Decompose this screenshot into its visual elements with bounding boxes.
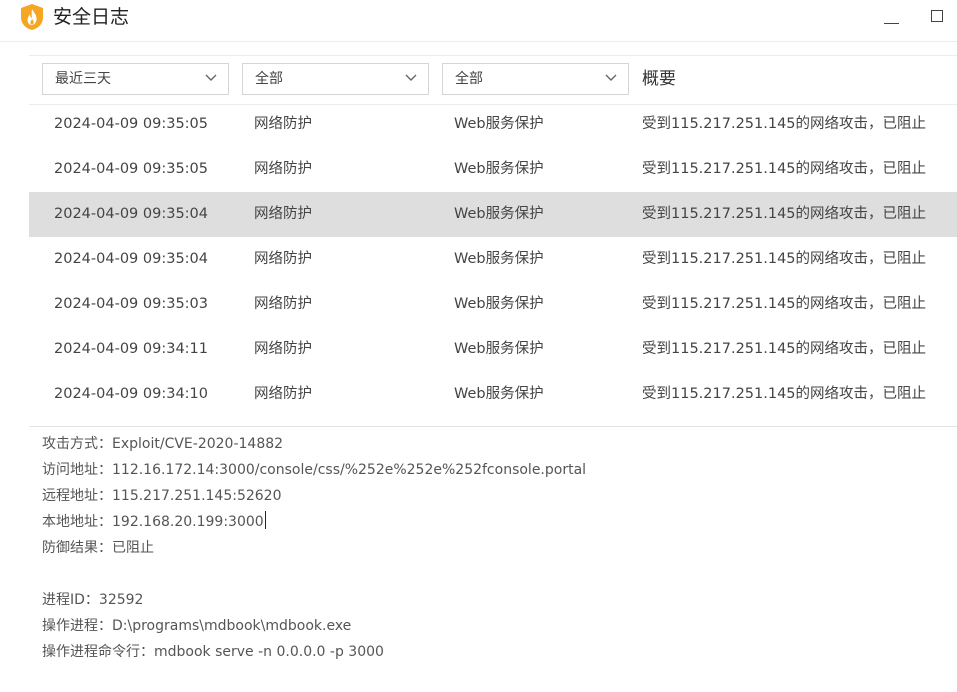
row-subtype: Web服务保护 — [454, 386, 544, 402]
row-type: 网络防护 — [254, 206, 312, 222]
row-subtype: Web服务保护 — [454, 206, 544, 222]
detail-value: D:\programs\mdbook\mdbook.exe — [112, 618, 352, 634]
chevron-down-icon — [205, 74, 217, 81]
row-summary: 受到115.217.251.145的网络攻击，已阻止 — [642, 386, 927, 402]
time-range-value: 最近三天 — [55, 71, 111, 87]
detail-process-path: 操作进程：D:\programs\mdbook\mdbook.exe — [42, 615, 942, 641]
row-type: 网络防护 — [254, 341, 312, 357]
table-row[interactable]: 2024-04-09 09:35:05 网络防护 Web服务保护 受到115.2… — [29, 102, 957, 147]
row-time: 2024-04-09 09:35:03 — [54, 296, 208, 312]
row-type: 网络防护 — [254, 386, 312, 402]
table-row[interactable]: 2024-04-09 09:34:10 网络防护 Web服务保护 受到115.2… — [29, 372, 957, 417]
detail-process-id: 进程ID：32592 — [42, 589, 942, 615]
row-summary: 受到115.217.251.145的网络攻击，已阻止 — [642, 116, 927, 132]
detail-local-address: 本地地址：192.168.20.199:3000 — [42, 511, 942, 537]
row-type: 网络防护 — [254, 251, 312, 267]
detail-value[interactable]: 192.168.20.199:3000 — [112, 514, 264, 530]
category-dropdown[interactable]: 全部 — [242, 63, 429, 95]
detail-value: 32592 — [98, 592, 144, 608]
detail-label: 防御结果： — [42, 540, 112, 556]
row-summary: 受到115.217.251.145的网络攻击，已阻止 — [642, 206, 927, 222]
detail-label: 访问地址： — [42, 462, 112, 478]
category-value: 全部 — [255, 71, 283, 87]
detail-process-cmdline: 操作进程命令行：mdbook serve -n 0.0.0.0 -p 3000 — [42, 641, 942, 667]
text-caret — [264, 511, 266, 529]
row-time: 2024-04-09 09:35:04 — [54, 251, 208, 267]
details-divider — [29, 426, 957, 427]
row-time: 2024-04-09 09:35:05 — [54, 116, 208, 132]
detail-label: 本地地址： — [42, 514, 112, 530]
log-table: 2024-04-09 09:35:05 网络防护 Web服务保护 受到115.2… — [29, 102, 957, 417]
detail-value: 115.217.251.145:52620 — [112, 488, 282, 504]
security-log-window: 安全日志 最近三天 全部 全部 概要 2024-04-09 09:35:05 网… — [0, 0, 957, 692]
detail-remote-address: 远程地址：115.217.251.145:52620 — [42, 485, 942, 511]
shield-flame-icon — [21, 4, 43, 30]
chevron-down-icon — [605, 74, 617, 81]
detail-value: 112.16.172.14:3000/console/css/%252e%252… — [112, 462, 587, 478]
row-time: 2024-04-09 09:34:10 — [54, 386, 208, 402]
title-bar: 安全日志 — [0, 0, 957, 40]
row-subtype: Web服务保护 — [454, 341, 544, 357]
table-row[interactable]: 2024-04-09 09:35:03 网络防护 Web服务保护 受到115.2… — [29, 282, 957, 327]
detail-value: mdbook serve -n 0.0.0.0 -p 3000 — [154, 644, 384, 660]
row-time: 2024-04-09 09:35:04 — [54, 206, 208, 222]
time-range-dropdown[interactable]: 最近三天 — [42, 63, 229, 95]
table-row[interactable]: 2024-04-09 09:34:11 网络防护 Web服务保护 受到115.2… — [29, 327, 957, 372]
detail-value: Exploit/CVE-2020-14882 — [112, 436, 284, 452]
chevron-down-icon — [405, 74, 417, 81]
detail-label: 远程地址： — [42, 488, 112, 504]
table-row[interactable]: 2024-04-09 09:35:05 网络防护 Web服务保护 受到115.2… — [29, 147, 957, 192]
row-summary: 受到115.217.251.145的网络攻击，已阻止 — [642, 161, 927, 177]
table-row-selected[interactable]: 2024-04-09 09:35:04 网络防护 Web服务保护 受到115.2… — [29, 192, 957, 237]
detail-panel: 攻击方式：Exploit/CVE-2020-14882 访问地址：112.16.… — [42, 433, 942, 667]
row-subtype: Web服务保护 — [454, 296, 544, 312]
detail-label: 操作进程命令行： — [42, 644, 154, 660]
detail-defense-result: 防御结果：已阻止 — [42, 537, 942, 563]
row-summary: 受到115.217.251.145的网络攻击，已阻止 — [642, 341, 927, 357]
subcategory-value: 全部 — [455, 71, 483, 87]
row-subtype: Web服务保护 — [454, 251, 544, 267]
detail-attack-method: 攻击方式：Exploit/CVE-2020-14882 — [42, 433, 942, 459]
row-summary: 受到115.217.251.145的网络攻击，已阻止 — [642, 251, 927, 267]
title-divider — [0, 41, 957, 42]
detail-label: 攻击方式： — [42, 436, 112, 452]
row-subtype: Web服务保护 — [454, 116, 544, 132]
row-time: 2024-04-09 09:34:11 — [54, 341, 208, 357]
subcategory-dropdown[interactable]: 全部 — [442, 63, 629, 95]
row-type: 网络防护 — [254, 161, 312, 177]
window-title: 安全日志 — [53, 6, 130, 28]
row-subtype: Web服务保护 — [454, 161, 544, 177]
minimize-button[interactable] — [882, 6, 902, 26]
detail-access-url: 访问地址：112.16.172.14:3000/console/css/%252… — [42, 459, 942, 485]
summary-column-header: 概要 — [642, 69, 676, 89]
row-type: 网络防护 — [254, 296, 312, 312]
row-type: 网络防护 — [254, 116, 312, 132]
table-row[interactable]: 2024-04-09 09:35:04 网络防护 Web服务保护 受到115.2… — [29, 237, 957, 282]
detail-value: 已阻止 — [112, 540, 154, 556]
row-summary: 受到115.217.251.145的网络攻击，已阻止 — [642, 296, 927, 312]
detail-label: 进程ID： — [42, 592, 99, 608]
row-time: 2024-04-09 09:35:05 — [54, 161, 208, 177]
filter-header-row: 最近三天 全部 全部 概要 — [29, 55, 957, 105]
maximize-button[interactable] — [928, 7, 948, 27]
detail-label: 操作进程： — [42, 618, 112, 634]
detail-spacer — [42, 563, 942, 589]
